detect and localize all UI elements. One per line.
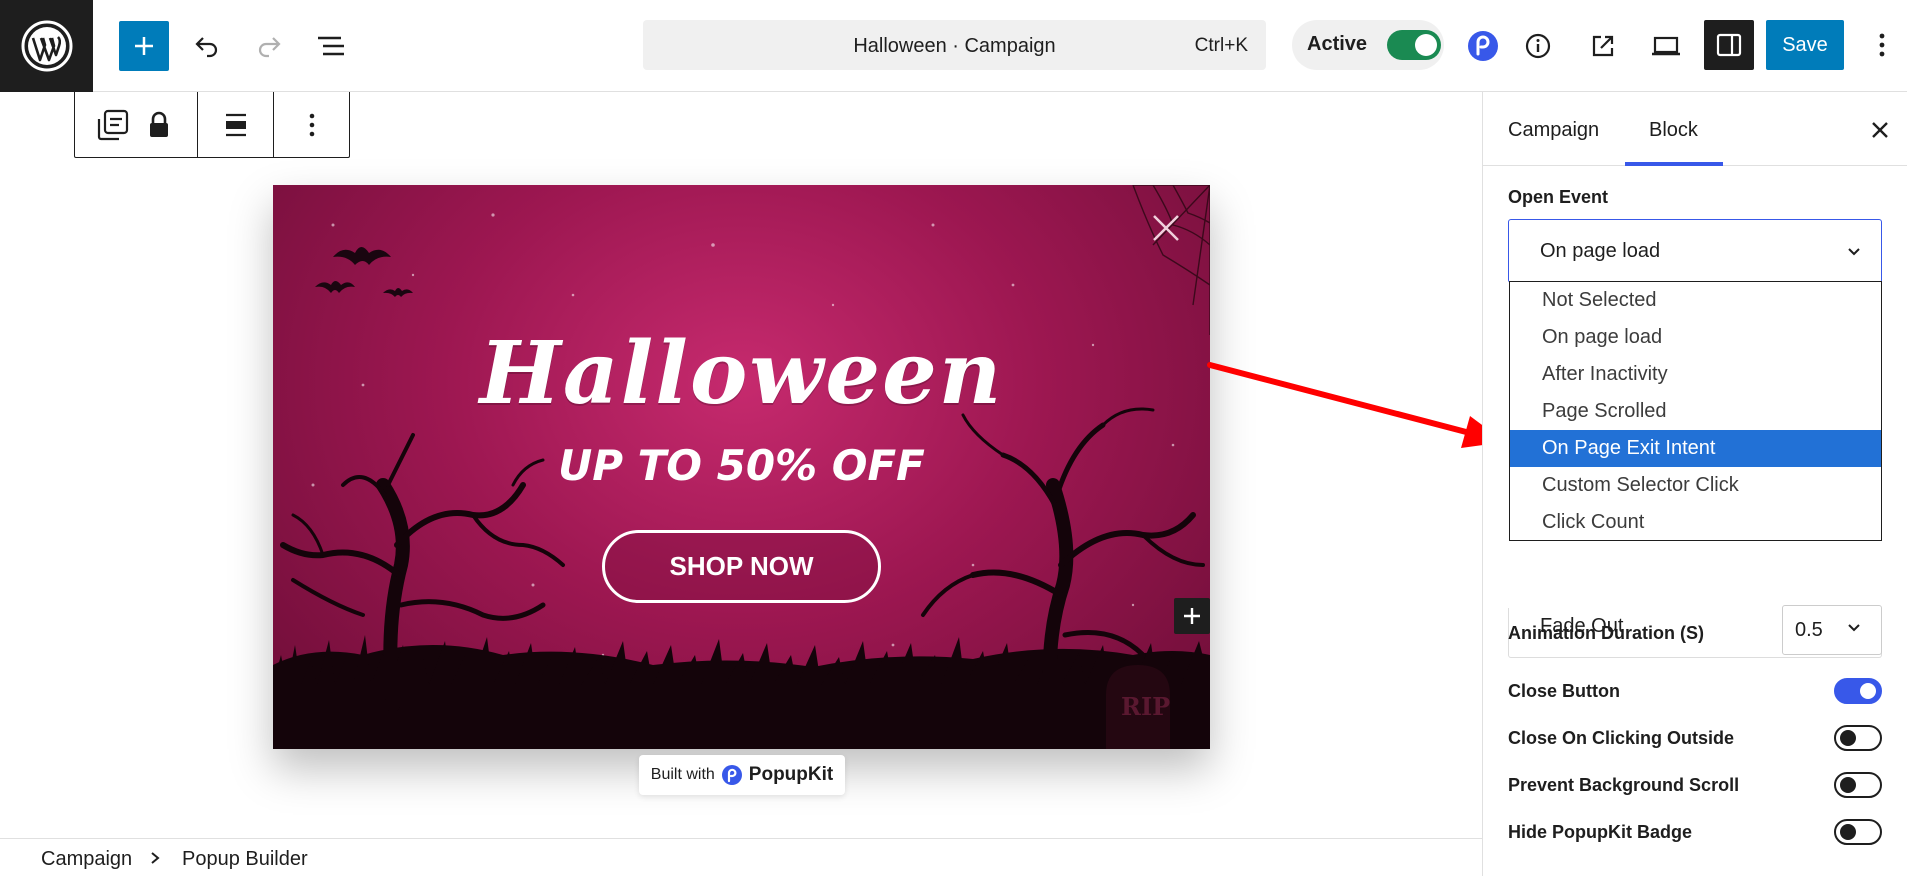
lock-button[interactable] xyxy=(136,92,182,157)
close-button-label: Close Button xyxy=(1508,681,1620,701)
chevron-down-icon xyxy=(1848,248,1860,256)
hide-badge-label: Hide PopupKit Badge xyxy=(1508,822,1692,842)
undo-button[interactable] xyxy=(182,21,232,71)
option-custom-selector-click[interactable]: Custom Selector Click xyxy=(1510,467,1881,504)
save-button[interactable]: Save xyxy=(1766,20,1844,70)
info-button[interactable] xyxy=(1513,21,1563,71)
tab-block[interactable]: Block xyxy=(1649,119,1698,142)
halloween-popup[interactable]: RIP Halloween UP TO 50% OFF SHOP NOW xyxy=(273,185,1210,749)
lock-icon xyxy=(150,111,168,137)
options-menu-button[interactable] xyxy=(1860,20,1904,70)
open-event-dropdown: Not Selected On page load After Inactivi… xyxy=(1509,281,1882,541)
close-outside-toggle[interactable] xyxy=(1834,725,1882,751)
list-view-icon xyxy=(318,36,344,56)
block-toolbar xyxy=(74,92,350,158)
popup-title[interactable]: Halloween xyxy=(273,323,1210,424)
preview-external-button[interactable] xyxy=(1578,21,1628,71)
editor-canvas: een xyxy=(0,92,1482,838)
external-link-icon xyxy=(1592,35,1614,57)
tab-campaign[interactable]: Campaign xyxy=(1508,119,1599,142)
close-outside-label: Close On Clicking Outside xyxy=(1508,728,1735,748)
block-options-button[interactable] xyxy=(289,92,335,157)
popupkit-badge: Built with PopupKit xyxy=(639,755,845,795)
svg-text:RIP: RIP xyxy=(1121,692,1170,721)
option-after-inactivity[interactable]: After Inactivity xyxy=(1510,356,1881,393)
more-vertical-icon xyxy=(309,113,314,136)
redo-button[interactable] xyxy=(244,21,294,71)
align-button[interactable] xyxy=(213,92,259,157)
sidebar-tabs: Campaign Block xyxy=(1483,92,1907,166)
command-shortcut: Ctrl+K xyxy=(1194,35,1248,56)
plus-icon xyxy=(1184,608,1200,624)
device-preview-button[interactable] xyxy=(1641,21,1691,71)
badge-brand: PopupKit xyxy=(748,764,834,785)
popupkit-logo-icon xyxy=(1468,31,1498,61)
block-inserter-button[interactable] xyxy=(1174,598,1210,634)
option-page-scrolled[interactable]: Page Scrolled xyxy=(1510,393,1881,430)
block-type-button[interactable] xyxy=(90,92,136,157)
breadcrumb-campaign[interactable]: Campaign xyxy=(41,848,132,871)
block-type-group xyxy=(75,92,198,157)
undo-icon xyxy=(195,37,218,58)
add-block-button[interactable] xyxy=(119,21,169,71)
tab-active-indicator xyxy=(1625,162,1723,166)
hide-badge-toggle[interactable] xyxy=(1834,819,1882,845)
laptop-icon xyxy=(1652,36,1680,56)
breadcrumb-popup-builder[interactable]: Popup Builder xyxy=(182,848,308,871)
active-label: Active xyxy=(1307,33,1368,55)
popup-block-icon xyxy=(97,109,129,140)
prevent-scroll-label: Prevent Background Scroll xyxy=(1508,775,1740,795)
prevent-scroll-toggle[interactable] xyxy=(1834,772,1882,798)
shop-now-button[interactable]: SHOP NOW xyxy=(602,530,881,603)
active-toggle[interactable] xyxy=(1387,30,1441,60)
document-overview-button[interactable] xyxy=(306,21,356,71)
option-on-page-load[interactable]: On page load xyxy=(1510,319,1881,356)
animation-duration-label: Animation Duration (S) xyxy=(1508,623,1704,643)
wordpress-logo-icon[interactable] xyxy=(0,0,93,92)
more-group xyxy=(274,92,349,157)
block-breadcrumb: Campaign Popup Builder xyxy=(0,838,1482,876)
document-title: Halloween · Campaign xyxy=(853,35,1056,57)
chevron-right-icon xyxy=(151,852,160,864)
editor-header: Halloween · Campaign Ctrl+K Active Save xyxy=(0,0,1907,92)
animation-duration-input[interactable]: 0.5 xyxy=(1782,605,1882,655)
settings-sidebar-toggle[interactable] xyxy=(1704,20,1754,70)
option-click-count[interactable]: Click Count xyxy=(1510,504,1881,541)
align-center-icon xyxy=(225,113,246,136)
active-status: Active xyxy=(1292,20,1444,70)
option-on-page-exit-intent[interactable]: On Page Exit Intent xyxy=(1510,430,1881,467)
sidebar-icon xyxy=(1716,33,1742,57)
close-button-toggle[interactable] xyxy=(1834,678,1882,704)
close-icon[interactable] xyxy=(1866,116,1894,144)
option-not-selected[interactable]: Not Selected xyxy=(1510,282,1881,319)
popup-subtitle[interactable]: UP TO 50% OFF xyxy=(273,441,1210,490)
command-palette-bar[interactable]: Halloween · Campaign Ctrl+K xyxy=(643,20,1266,70)
align-group xyxy=(198,92,274,157)
settings-sidebar: Campaign Block Open Event On page load F… xyxy=(1482,92,1907,876)
popup-close-icon[interactable] xyxy=(1149,211,1183,245)
open-event-select[interactable]: On page load xyxy=(1508,219,1882,283)
badge-prefix: Built with xyxy=(650,766,715,783)
info-icon xyxy=(1525,33,1551,59)
open-event-label: Open Event xyxy=(1508,187,1609,207)
redo-icon xyxy=(258,37,281,58)
popupkit-button[interactable] xyxy=(1458,21,1508,71)
plus-icon xyxy=(135,37,153,55)
more-vertical-icon xyxy=(1879,33,1885,57)
open-event-value: On page load xyxy=(1540,240,1661,262)
popupkit-logo-icon xyxy=(721,765,742,785)
